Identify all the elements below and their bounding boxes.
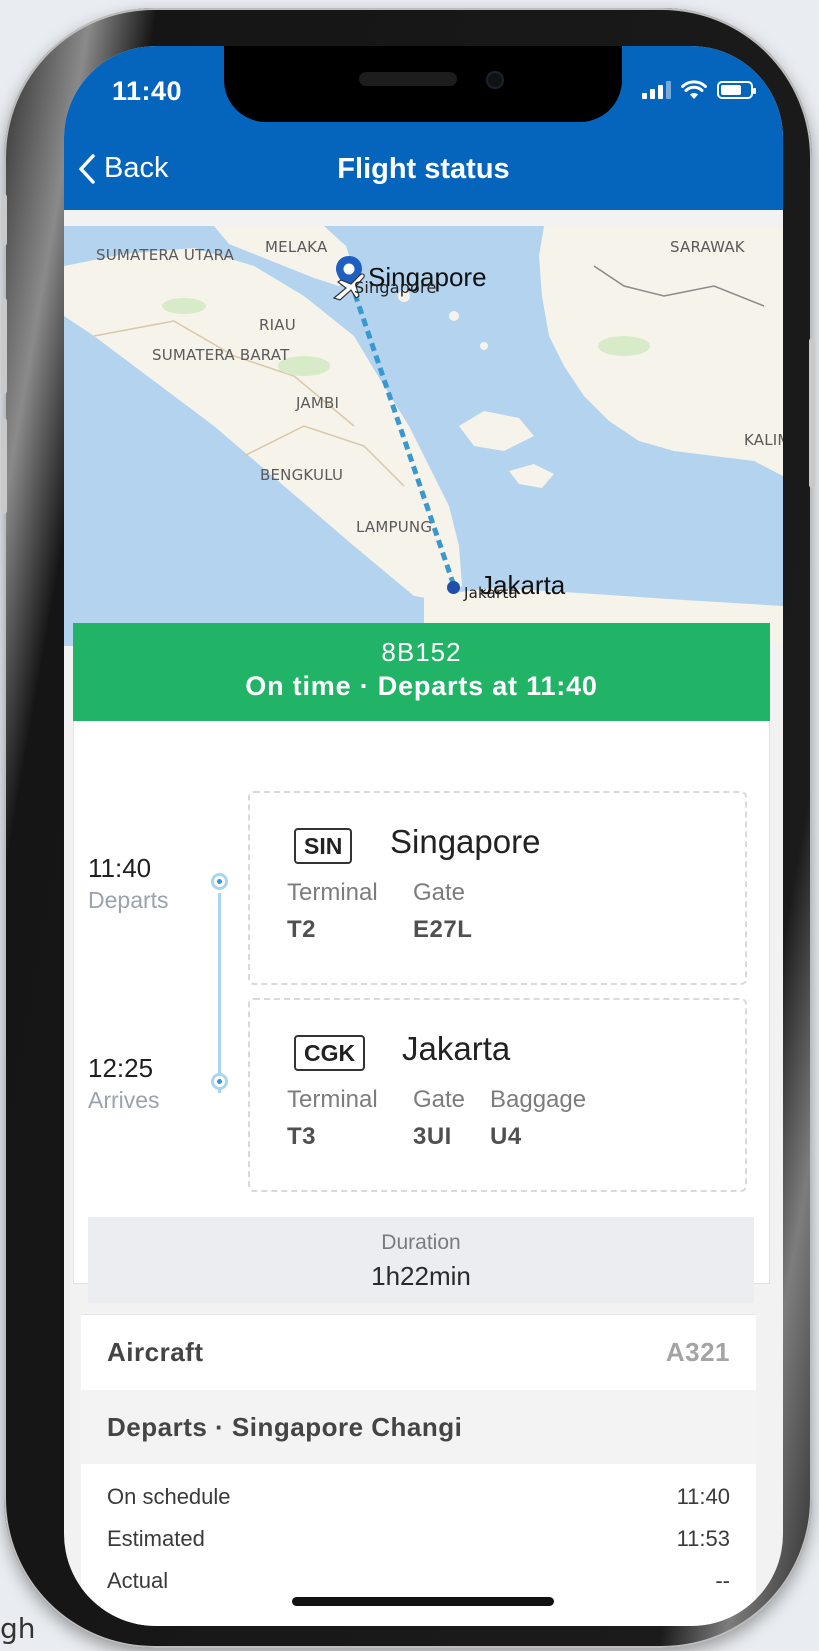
departure-time: 11:40 [88, 853, 152, 883]
page-title: Flight status [337, 153, 510, 185]
region-label: MELAKA [265, 238, 328, 256]
timeline-dot [211, 1073, 228, 1090]
region-label: SUMATERA BARAT [152, 346, 290, 364]
terminal-label: Terminal [287, 1086, 378, 1113]
baggage-label: Baggage [490, 1086, 587, 1113]
battery-icon [717, 81, 756, 99]
flight-details: Aircraft A321 Departs · Singapore Changi… [81, 1314, 756, 1626]
phone-frame: 11:40 Back Flight status SUMATERA UTARA … [1, 8, 815, 1648]
schedule-value: 11:40 [676, 1484, 730, 1509]
signal-icon [642, 81, 671, 99]
flight-status-text: On time · Departs at 11:40 [245, 671, 598, 701]
aircraft-value: A321 [665, 1337, 730, 1367]
terminal-value: T3 [287, 1123, 317, 1150]
aircraft-row: Aircraft A321 [81, 1314, 756, 1388]
schedule-row: Estimated 11:53 [81, 1526, 756, 1566]
arrival-time-label: Arrives [88, 1087, 160, 1113]
terminal-value: T2 [287, 916, 317, 943]
gate-value: 3UI [413, 1123, 452, 1150]
terminal-label: Terminal [287, 879, 378, 906]
region-label: SARAWAK [670, 238, 745, 256]
region-label: JAMBI [296, 394, 340, 412]
gate-label: Gate [413, 879, 466, 906]
region-label: SUMATERA UTARA [96, 246, 235, 264]
home-indicator[interactable] [292, 1597, 554, 1606]
app-header: 11:40 Back Flight status [64, 46, 783, 210]
schedule-label: Estimated [107, 1526, 205, 1551]
duration-value: 1h22min [371, 1261, 471, 1291]
destination-marker [447, 581, 460, 594]
route-card: 11:40 Departs 12:25 Arrives SIN Singapor… [73, 721, 770, 1303]
map-destination-label: Jakarta [480, 570, 566, 600]
route-map[interactable]: SUMATERA UTARA MELAKA SARAWAK RIAU SUMAT… [64, 226, 783, 646]
schedule-row: On schedule 11:40 [81, 1484, 756, 1524]
earpiece [359, 72, 457, 86]
duration-label: Duration [381, 1231, 461, 1254]
phone-screen: 11:40 Back Flight status SUMATERA UTARA … [64, 46, 783, 1626]
volume-up-button [1, 298, 7, 394]
duration-box: Duration 1h22min [88, 1217, 754, 1303]
airport-code-badge: SIN [294, 828, 353, 864]
volume-down-button [1, 418, 7, 514]
region-label: RIAU [259, 316, 296, 334]
schedule-label: Actual [107, 1568, 169, 1593]
arrival-airport-box[interactable]: CGK Jakarta Terminal Gate Baggage T3 3UI… [248, 998, 747, 1192]
gate-label: Gate [413, 1086, 466, 1113]
schedule-value: -- [715, 1568, 730, 1593]
map-origin-sublabel: Singapore [354, 278, 437, 297]
schedule-label: On schedule [107, 1484, 231, 1509]
notch [224, 46, 622, 122]
back-label: Back [104, 152, 169, 184]
baggage-value: U4 [490, 1123, 522, 1150]
airport-city: Singapore [390, 823, 541, 860]
region-label: LAMPUNG [356, 518, 433, 536]
flight-number: 8B152 [381, 637, 462, 667]
timeline-dot [211, 873, 228, 890]
wifi-icon [681, 80, 707, 99]
back-button[interactable]: Back [78, 152, 168, 185]
departure-airport-box[interactable]: SIN Singapore Terminal Gate T2 E27L [248, 791, 747, 985]
status-time: 11:40 [112, 76, 183, 106]
departure-time-label: Departs [88, 887, 169, 913]
airport-city: Jakarta [402, 1030, 511, 1067]
power-button [809, 338, 815, 488]
status-icons [642, 80, 756, 100]
background-caption-fragment: gh [0, 1612, 36, 1645]
gate-value: E27L [413, 916, 473, 943]
schedule-value: 11:53 [676, 1526, 730, 1551]
airport-code-badge: CGK [294, 1035, 366, 1071]
timeline-line [218, 893, 221, 1093]
front-camera [486, 71, 504, 89]
departs-section-header: Departs · Singapore Changi [81, 1390, 756, 1464]
flight-status-banner: 8B152 On time · Departs at 11:40 [73, 623, 770, 721]
aircraft-label: Aircraft [107, 1337, 204, 1367]
chevron-left-icon [79, 153, 95, 184]
departs-section-title: Departs · Singapore Changi [107, 1412, 463, 1442]
region-label: BENGKULU [260, 466, 344, 484]
arrival-time: 12:25 [88, 1053, 154, 1083]
region-label: KALIM [744, 431, 783, 449]
mute-switch [1, 194, 7, 246]
